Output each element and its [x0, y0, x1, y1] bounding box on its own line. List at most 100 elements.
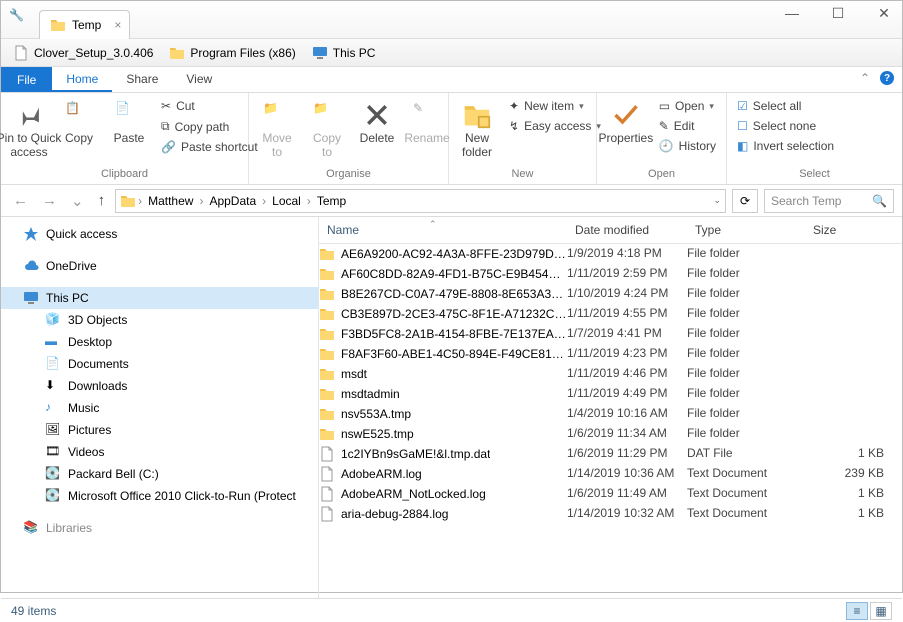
- col-name[interactable]: Name⌃: [319, 223, 567, 237]
- select-none-button[interactable]: ☐Select none: [733, 117, 838, 135]
- file-icon: [319, 466, 335, 482]
- details-view-button[interactable]: ≡: [846, 602, 868, 620]
- table-row[interactable]: CB3E897D-2CE3-475C-8F1E-A71232CBC...1/11…: [319, 304, 902, 324]
- open-button[interactable]: ▭Open▾: [655, 97, 720, 115]
- file-name: B8E267CD-C0A7-479E-8808-8E653A34B1...: [341, 287, 567, 301]
- copy-path-button[interactable]: ⧉Copy path: [157, 117, 262, 136]
- refresh-button[interactable]: ⟳: [732, 189, 758, 213]
- crumb[interactable]: Temp: [313, 194, 350, 208]
- bookmark-item[interactable]: Program Files (x86): [169, 45, 295, 61]
- tab-share[interactable]: Share: [112, 67, 172, 92]
- table-row[interactable]: nsv553A.tmp1/4/2019 10:16 AMFile folder: [319, 404, 902, 424]
- rename-button[interactable]: ✎Rename: [405, 97, 449, 149]
- invert-selection-button[interactable]: ◧Invert selection: [733, 137, 838, 155]
- table-row[interactable]: AE6A9200-AC92-4A3A-8FFE-23D979D1C...1/9/…: [319, 244, 902, 264]
- file-name: msdtadmin: [341, 387, 400, 401]
- nav-pictures[interactable]: 🖼Pictures: [1, 419, 318, 441]
- table-row[interactable]: AdobeARM.log1/14/2019 10:36 AMText Docum…: [319, 464, 902, 484]
- table-row[interactable]: F8AF3F60-ABE1-4C50-894E-F49CE810BA3D1/11…: [319, 344, 902, 364]
- up-button[interactable]: ↑: [94, 192, 110, 209]
- drive-icon: 💽: [45, 466, 61, 482]
- browser-tab[interactable]: Temp ×: [39, 10, 130, 39]
- nav-documents[interactable]: 📄Documents: [1, 353, 318, 375]
- crumb[interactable]: AppData: [205, 194, 260, 208]
- nav-quick-access[interactable]: Quick access: [1, 223, 318, 245]
- back-button[interactable]: ←: [9, 192, 32, 209]
- maximize-button[interactable]: ☐: [824, 5, 852, 22]
- crumb-dropdown[interactable]: ⌄: [713, 195, 721, 206]
- crumb[interactable]: Matthew: [144, 194, 197, 208]
- paste-button[interactable]: 📄Paste: [107, 97, 151, 149]
- crumb[interactable]: Local: [268, 194, 305, 208]
- new-folder-button[interactable]: New folder: [455, 97, 499, 163]
- help-icon[interactable]: ?: [880, 71, 894, 85]
- history-button[interactable]: 🕘History: [655, 137, 720, 155]
- file-name: F3BD5FC8-2A1B-4154-8FBE-7E137EAD8B...: [341, 327, 567, 341]
- tab-close-icon[interactable]: ×: [114, 18, 121, 32]
- edit-button[interactable]: ✎Edit: [655, 117, 720, 135]
- table-row[interactable]: AF60C8DD-82A9-4FD1-B75C-E9B4546299...1/1…: [319, 264, 902, 284]
- bookmark-item[interactable]: This PC: [312, 45, 376, 61]
- table-row[interactable]: B8E267CD-C0A7-479E-8808-8E653A34B1...1/1…: [319, 284, 902, 304]
- nav-libraries[interactable]: 📚Libraries: [1, 517, 318, 539]
- nav-this-pc[interactable]: This PC: [1, 287, 318, 309]
- file-menu[interactable]: File: [1, 67, 52, 92]
- icons-view-button[interactable]: ▦: [870, 602, 892, 620]
- close-button[interactable]: ✕: [870, 5, 898, 22]
- table-row[interactable]: aria-debug-2884.log1/14/2019 10:32 AMTex…: [319, 504, 902, 524]
- bookmark-item[interactable]: Clover_Setup_3.0.406: [13, 45, 153, 61]
- nav-3d-objects[interactable]: 🧊3D Objects: [1, 309, 318, 331]
- table-row[interactable]: msdtadmin1/11/2019 4:49 PMFile folder: [319, 384, 902, 404]
- file-size: [805, 426, 902, 442]
- nav-music[interactable]: ♪Music: [1, 397, 318, 419]
- tab-view[interactable]: View: [172, 67, 226, 92]
- search-input[interactable]: Search Temp 🔍: [764, 189, 894, 213]
- new-item-button[interactable]: ✦New item▾: [505, 97, 605, 115]
- newfolder-icon: [463, 101, 491, 129]
- table-row[interactable]: msdt1/11/2019 4:46 PMFile folder: [319, 364, 902, 384]
- table-row[interactable]: nswE525.tmp1/6/2019 11:34 AMFile folder: [319, 424, 902, 444]
- group-label: New: [455, 166, 590, 182]
- libraries-icon: 📚: [23, 520, 39, 536]
- properties-button[interactable]: Properties: [603, 97, 649, 149]
- file-icon: [319, 446, 335, 462]
- tab-home[interactable]: Home: [52, 67, 112, 92]
- table-row[interactable]: 1c2IYBn9sGaME!&l.tmp.dat1/6/2019 11:29 P…: [319, 444, 902, 464]
- select-all-button[interactable]: ☑Select all: [733, 97, 838, 115]
- nav-office-drive[interactable]: 💽Microsoft Office 2010 Click-to-Run (Pro…: [1, 485, 318, 507]
- collapse-ribbon-icon[interactable]: ⌃: [860, 71, 870, 85]
- move-to-button[interactable]: 📁Move to: [255, 97, 299, 163]
- column-headers: Name⌃ Date modified Type Size: [319, 217, 902, 244]
- forward-button[interactable]: →: [38, 192, 61, 209]
- recent-button[interactable]: ⌄: [67, 192, 88, 210]
- nav-onedrive[interactable]: OneDrive: [1, 255, 318, 277]
- file-date: 1/10/2019 4:24 PM: [567, 286, 687, 302]
- copy-to-button[interactable]: 📁Copy to: [305, 97, 349, 163]
- folder-icon: [319, 286, 335, 302]
- cut-button[interactable]: ✂Cut: [157, 97, 262, 115]
- file-date: 1/4/2019 10:16 AM: [567, 406, 687, 422]
- file-size: [805, 366, 902, 382]
- nav-drive-c[interactable]: 💽Packard Bell (C:): [1, 463, 318, 485]
- file-type: File folder: [687, 406, 805, 422]
- cloud-icon: [23, 258, 39, 274]
- delete-button[interactable]: Delete: [355, 97, 399, 149]
- copy-button[interactable]: 📋Copy: [57, 97, 101, 149]
- breadcrumb[interactable]: › Matthew› AppData› Local› Temp ⌄: [115, 189, 726, 213]
- table-row[interactable]: F3BD5FC8-2A1B-4154-8FBE-7E137EAD8B...1/7…: [319, 324, 902, 344]
- col-type[interactable]: Type: [687, 223, 805, 237]
- nav-downloads[interactable]: ⬇Downloads: [1, 375, 318, 397]
- minimize-button[interactable]: —: [778, 5, 806, 22]
- search-placeholder: Search Temp: [771, 194, 841, 208]
- pin-to-quick-access-button[interactable]: Pin to Quick access: [7, 97, 51, 163]
- col-date[interactable]: Date modified: [567, 223, 687, 237]
- star-icon: [23, 226, 39, 242]
- nav-desktop[interactable]: ▬Desktop: [1, 331, 318, 353]
- table-row[interactable]: AdobeARM_NotLocked.log1/6/2019 11:49 AMT…: [319, 484, 902, 504]
- nav-videos[interactable]: 🎞Videos: [1, 441, 318, 463]
- col-size[interactable]: Size: [805, 223, 902, 237]
- file-name: msdt: [341, 367, 367, 381]
- easy-access-button[interactable]: ↯Easy access▾: [505, 117, 605, 135]
- file-date: 1/6/2019 11:29 PM: [567, 446, 687, 462]
- paste-shortcut-button[interactable]: 🔗Paste shortcut: [157, 138, 262, 156]
